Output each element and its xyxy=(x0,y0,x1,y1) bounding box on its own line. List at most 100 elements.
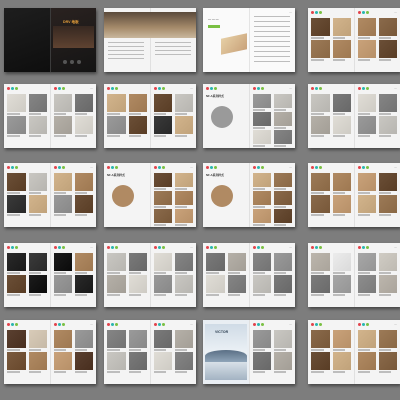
caption-line xyxy=(332,37,345,39)
color-dots xyxy=(107,246,118,249)
right-page: DRV 地板 xyxy=(51,8,96,72)
color-dots xyxy=(358,87,369,90)
caption-line xyxy=(358,59,370,61)
page-header: — xyxy=(289,166,292,169)
catalog-spread[interactable]: NF-A系列样式 — xyxy=(203,163,295,227)
floor-sample-photo xyxy=(332,195,351,213)
color-dots xyxy=(311,11,322,14)
floor-sample-photo xyxy=(274,112,292,126)
caption-line xyxy=(7,214,20,216)
floor-sample-photo xyxy=(274,209,292,223)
catalog-spread[interactable]: — xyxy=(308,84,400,148)
text-line xyxy=(155,46,191,48)
catalog-spread[interactable]: — xyxy=(308,163,400,227)
caption-line xyxy=(358,214,370,216)
text-line xyxy=(254,46,290,48)
floor-sample-photo xyxy=(175,352,193,370)
color-dot xyxy=(311,11,314,14)
color-dot xyxy=(54,323,57,326)
page-fold xyxy=(50,84,51,148)
floor-sample-photo xyxy=(154,173,172,187)
catalog-spread[interactable]: — xyxy=(104,320,196,384)
color-dots xyxy=(107,87,118,90)
catalog-spread[interactable]: — — — — xyxy=(203,8,295,72)
catalog-spread[interactable]: — xyxy=(308,243,400,307)
catalog-spread[interactable]: — xyxy=(308,320,400,384)
color-dot xyxy=(319,11,322,14)
floor-sample-photo xyxy=(175,94,193,112)
color-dots xyxy=(7,246,18,249)
color-dot xyxy=(315,11,318,14)
page-header: — xyxy=(394,11,397,14)
catalog-spread[interactable]: — xyxy=(104,8,196,72)
right-page: — xyxy=(250,243,295,307)
page-fold xyxy=(249,320,250,384)
floor-sample-photo xyxy=(154,330,172,348)
color-dot xyxy=(366,246,369,249)
color-dot xyxy=(11,87,14,90)
left-page xyxy=(104,320,150,384)
floor-sample-photo xyxy=(206,253,225,271)
color-dots xyxy=(154,246,165,249)
text-line xyxy=(155,50,191,52)
floor-sample-photo xyxy=(311,18,330,36)
catalog-spread[interactable]: — xyxy=(4,243,96,307)
floor-sample-photo xyxy=(75,116,93,134)
color-dots xyxy=(358,166,369,169)
caption-line xyxy=(379,59,391,61)
contact-icon xyxy=(77,60,81,64)
caption-line xyxy=(253,127,265,129)
page-fold xyxy=(249,243,250,307)
caption-line xyxy=(311,294,324,296)
color-dots xyxy=(206,246,217,249)
color-dot xyxy=(214,166,217,169)
catalog-spread[interactable]: — xyxy=(104,243,196,307)
catalog-spread[interactable]: — xyxy=(203,243,295,307)
floor-sample-photo xyxy=(107,330,126,348)
caption-line xyxy=(311,37,324,39)
catalog-spread[interactable]: NF-A系列样式 — xyxy=(203,84,295,148)
floor-sample-photo xyxy=(154,275,172,293)
catalog-spread[interactable]: NF-A系列样式 — xyxy=(104,163,196,227)
caption-line xyxy=(253,206,265,208)
right-page: — xyxy=(355,163,400,227)
left-page xyxy=(4,163,50,227)
color-dots xyxy=(358,246,369,249)
color-dot xyxy=(15,323,18,326)
caption-line xyxy=(274,188,286,190)
caption-line xyxy=(274,371,286,373)
floor-sample-photo xyxy=(75,352,93,370)
catalog-spread[interactable]: — xyxy=(4,320,96,384)
floor-sample-photo xyxy=(175,275,193,293)
floor-sample-photo xyxy=(332,18,351,36)
caption-line xyxy=(332,371,345,373)
caption-line xyxy=(7,113,20,115)
right-page: — xyxy=(151,84,196,148)
catalog-spread[interactable]: — xyxy=(308,8,400,72)
sample-swatch xyxy=(211,185,233,207)
right-page: — xyxy=(250,8,295,72)
caption-line xyxy=(274,294,286,296)
catalog-spread[interactable]: — xyxy=(4,84,96,148)
catalog-spread[interactable]: — xyxy=(4,163,96,227)
color-dots xyxy=(206,87,217,90)
catalog-spread[interactable]: DRV 地板 xyxy=(4,8,96,72)
left-page xyxy=(104,84,150,148)
left-page xyxy=(308,84,354,148)
color-dot xyxy=(115,246,118,249)
page-fold xyxy=(150,320,151,384)
right-page: — xyxy=(250,163,295,227)
series-title: NF-A系列样式 xyxy=(107,173,125,177)
caption-line xyxy=(107,135,120,137)
floor-sample-photo xyxy=(253,173,271,187)
floor-sample-photo xyxy=(358,173,376,191)
catalog-spread[interactable]: — xyxy=(104,84,196,148)
text-line xyxy=(254,41,290,43)
right-page: — xyxy=(355,243,400,307)
floor-sample-photo xyxy=(28,94,47,112)
catalog-spread[interactable]: VICTOR — xyxy=(203,320,295,384)
floor-sample-photo xyxy=(274,352,292,370)
left-page xyxy=(104,243,150,307)
left-page: VICTOR xyxy=(203,320,249,384)
floor-sample-photo xyxy=(75,195,93,213)
